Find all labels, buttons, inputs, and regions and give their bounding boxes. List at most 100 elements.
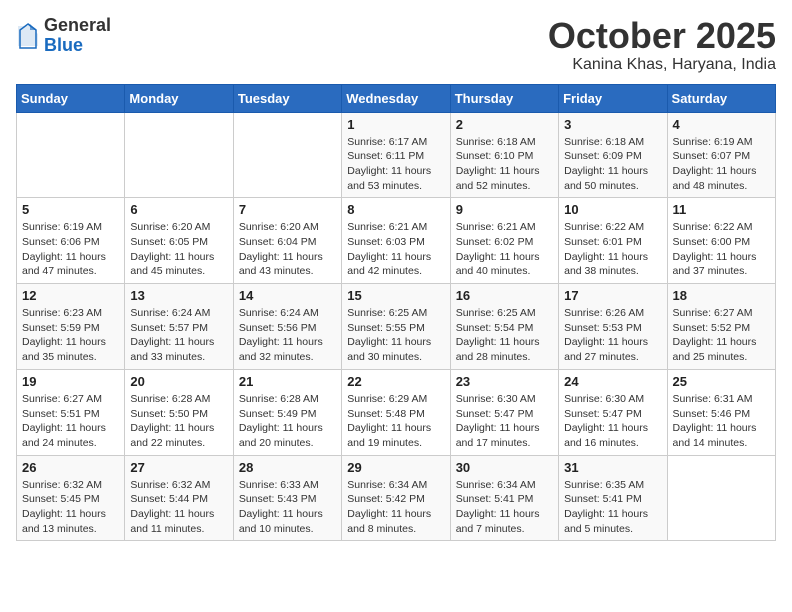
calendar-cell-12: 10 Sunrise: 6:22 AM Sunset: 6:01 PM Dayli…: [559, 198, 667, 284]
calendar-cell-32: 30 Sunrise: 6:34 AM Sunset: 5:41 PM Dayli…: [450, 455, 558, 541]
day-number: 2: [456, 117, 553, 132]
day-number: 1: [347, 117, 444, 132]
day-number: 8: [347, 202, 444, 217]
day-info: Sunrise: 6:22 AM Sunset: 6:00 PM Dayligh…: [673, 220, 770, 279]
day-number: 12: [22, 288, 119, 303]
day-info: Sunrise: 6:26 AM Sunset: 5:53 PM Dayligh…: [564, 306, 661, 365]
day-number: 5: [22, 202, 119, 217]
month-title: October 2025: [548, 16, 776, 56]
day-number: 17: [564, 288, 661, 303]
day-info: Sunrise: 6:21 AM Sunset: 6:03 PM Dayligh…: [347, 220, 444, 279]
day-info: Sunrise: 6:30 AM Sunset: 5:47 PM Dayligh…: [564, 392, 661, 451]
calendar-cell-28: 26Sunrise: 6:32 AM Sunset: 5:45 PM Dayli…: [17, 455, 125, 541]
calendar-week-0: 1 Sunrise: 6:17 AM Sunset: 6:11 PM Daylig…: [17, 112, 776, 198]
calendar-cell-23: 21 Sunrise: 6:28 AM Sunset: 5:49 PM Dayli…: [233, 369, 341, 455]
day-number: 30: [456, 460, 553, 475]
day-info: Sunrise: 6:25 AM Sunset: 5:55 PM Dayligh…: [347, 306, 444, 365]
location: Kanina Khas, Haryana, India: [548, 56, 776, 74]
day-info: Sunrise: 6:32 AM Sunset: 5:44 PM Dayligh…: [130, 478, 227, 537]
calendar-cell-15: 13Sunrise: 6:24 AM Sunset: 5:57 PM Dayli…: [125, 284, 233, 370]
day-info: Sunrise: 6:22 AM Sunset: 6:01 PM Dayligh…: [564, 220, 661, 279]
calendar-cell-3: 1 Sunrise: 6:17 AM Sunset: 6:11 PM Daylig…: [342, 112, 450, 198]
day-info: Sunrise: 6:20 AM Sunset: 6:04 PM Dayligh…: [239, 220, 336, 279]
day-info: Sunrise: 6:33 AM Sunset: 5:43 PM Dayligh…: [239, 478, 336, 537]
day-info: Sunrise: 6:35 AM Sunset: 5:41 PM Dayligh…: [564, 478, 661, 537]
day-number: 25: [673, 374, 770, 389]
calendar-cell-20: 18 Sunrise: 6:27 AM Sunset: 5:52 PM Dayli…: [667, 284, 775, 370]
calendar-cell-0: [17, 112, 125, 198]
day-number: 31: [564, 460, 661, 475]
day-number: 21: [239, 374, 336, 389]
day-number: 11: [673, 202, 770, 217]
day-info: Sunrise: 6:30 AM Sunset: 5:47 PM Dayligh…: [456, 392, 553, 451]
logo-blue: Blue: [44, 36, 111, 56]
day-info: Sunrise: 6:28 AM Sunset: 5:50 PM Dayligh…: [130, 392, 227, 451]
calendar-cell-18: 16Sunrise: 6:25 AM Sunset: 5:54 PM Dayli…: [450, 284, 558, 370]
calendar-cell-21: 19Sunrise: 6:27 AM Sunset: 5:51 PM Dayli…: [17, 369, 125, 455]
day-info: Sunrise: 6:18 AM Sunset: 6:09 PM Dayligh…: [564, 135, 661, 194]
header-tuesday: Tuesday: [233, 84, 341, 112]
header-sunday: Sunday: [17, 84, 125, 112]
header-thursday: Thursday: [450, 84, 558, 112]
day-info: Sunrise: 6:27 AM Sunset: 5:52 PM Dayligh…: [673, 306, 770, 365]
day-number: 28: [239, 460, 336, 475]
day-number: 24: [564, 374, 661, 389]
day-number: 4: [673, 117, 770, 132]
logo: General Blue: [16, 16, 111, 56]
calendar-cell-26: 24 Sunrise: 6:30 AM Sunset: 5:47 PM Dayli…: [559, 369, 667, 455]
day-info: Sunrise: 6:20 AM Sunset: 6:05 PM Dayligh…: [130, 220, 227, 279]
logo-icon: [16, 22, 40, 50]
calendar-cell-7: 5 Sunrise: 6:19 AM Sunset: 6:06 PM Daylig…: [17, 198, 125, 284]
logo-general: General: [44, 16, 111, 36]
day-info: Sunrise: 6:28 AM Sunset: 5:49 PM Dayligh…: [239, 392, 336, 451]
header-monday: Monday: [125, 84, 233, 112]
day-info: Sunrise: 6:19 AM Sunset: 6:06 PM Dayligh…: [22, 220, 119, 279]
day-number: 29: [347, 460, 444, 475]
calendar-cell-13: 11 Sunrise: 6:22 AM Sunset: 6:00 PM Dayli…: [667, 198, 775, 284]
day-info: Sunrise: 6:21 AM Sunset: 6:02 PM Dayligh…: [456, 220, 553, 279]
calendar-cell-34: [667, 455, 775, 541]
calendar-cell-16: 14Sunrise: 6:24 AM Sunset: 5:56 PM Dayli…: [233, 284, 341, 370]
day-number: 14: [239, 288, 336, 303]
header-friday: Friday: [559, 84, 667, 112]
calendar-cell-19: 17 Sunrise: 6:26 AM Sunset: 5:53 PM Dayli…: [559, 284, 667, 370]
calendar-cell-22: 20 Sunrise: 6:28 AM Sunset: 5:50 PM Dayli…: [125, 369, 233, 455]
page-header: General Blue October 2025 Kanina Khas, H…: [16, 16, 776, 74]
day-info: Sunrise: 6:29 AM Sunset: 5:48 PM Dayligh…: [347, 392, 444, 451]
day-info: Sunrise: 6:34 AM Sunset: 5:42 PM Dayligh…: [347, 478, 444, 537]
calendar-cell-27: 25Sunrise: 6:31 AM Sunset: 5:46 PM Dayli…: [667, 369, 775, 455]
day-info: Sunrise: 6:23 AM Sunset: 5:59 PM Dayligh…: [22, 306, 119, 365]
calendar-cell-30: 28 Sunrise: 6:33 AM Sunset: 5:43 PM Dayli…: [233, 455, 341, 541]
day-number: 20: [130, 374, 227, 389]
calendar-week-2: 12 Sunrise: 6:23 AM Sunset: 5:59 PM Dayli…: [17, 284, 776, 370]
day-number: 10: [564, 202, 661, 217]
day-number: 9: [456, 202, 553, 217]
day-number: 3: [564, 117, 661, 132]
calendar-cell-31: 29 Sunrise: 6:34 AM Sunset: 5:42 PM Dayli…: [342, 455, 450, 541]
header-saturday: Saturday: [667, 84, 775, 112]
day-number: 22: [347, 374, 444, 389]
day-info: Sunrise: 6:19 AM Sunset: 6:07 PM Dayligh…: [673, 135, 770, 194]
calendar-cell-10: 8 Sunrise: 6:21 AM Sunset: 6:03 PM Daylig…: [342, 198, 450, 284]
day-number: 26: [22, 460, 119, 475]
calendar-cell-1: [125, 112, 233, 198]
day-number: 27: [130, 460, 227, 475]
calendar-cell-4: 2 Sunrise: 6:18 AM Sunset: 6:10 PM Daylig…: [450, 112, 558, 198]
calendar-cell-9: 7 Sunrise: 6:20 AM Sunset: 6:04 PM Daylig…: [233, 198, 341, 284]
header-wednesday: Wednesday: [342, 84, 450, 112]
calendar-cell-5: 3 Sunrise: 6:18 AM Sunset: 6:09 PM Daylig…: [559, 112, 667, 198]
calendar-week-4: 26Sunrise: 6:32 AM Sunset: 5:45 PM Dayli…: [17, 455, 776, 541]
day-number: 13: [130, 288, 227, 303]
day-number: 19: [22, 374, 119, 389]
day-info: Sunrise: 6:18 AM Sunset: 6:10 PM Dayligh…: [456, 135, 553, 194]
day-info: Sunrise: 6:17 AM Sunset: 6:11 PM Dayligh…: [347, 135, 444, 194]
day-info: Sunrise: 6:34 AM Sunset: 5:41 PM Dayligh…: [456, 478, 553, 537]
day-info: Sunrise: 6:25 AM Sunset: 5:54 PM Dayligh…: [456, 306, 553, 365]
day-number: 7: [239, 202, 336, 217]
day-number: 15: [347, 288, 444, 303]
calendar-header-row: SundayMondayTuesdayWednesdayThursdayFrid…: [17, 84, 776, 112]
day-number: 18: [673, 288, 770, 303]
calendar-cell-25: 23Sunrise: 6:30 AM Sunset: 5:47 PM Dayli…: [450, 369, 558, 455]
calendar-cell-29: 27 Sunrise: 6:32 AM Sunset: 5:44 PM Dayli…: [125, 455, 233, 541]
calendar-table: SundayMondayTuesdayWednesdayThursdayFrid…: [16, 84, 776, 542]
